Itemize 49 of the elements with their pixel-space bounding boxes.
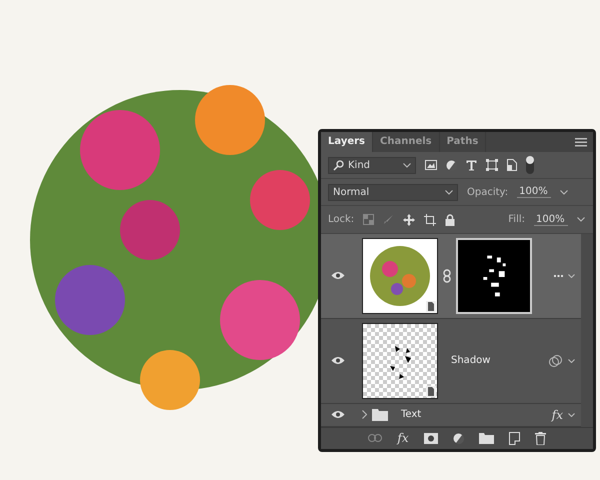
move-icon[interactable]	[403, 214, 416, 226]
add-effect-button[interactable]: fx	[397, 431, 409, 446]
chevron-down-icon[interactable]	[568, 412, 575, 417]
new-layer-icon[interactable]	[508, 432, 520, 445]
eye-icon[interactable]	[331, 271, 345, 280]
chevron-down-icon	[403, 162, 411, 168]
chevron-down-icon[interactable]	[577, 217, 585, 222]
layer-row[interactable]	[321, 234, 581, 319]
eye-icon[interactable]	[331, 356, 345, 366]
adjustment-filter-icon[interactable]	[446, 160, 457, 171]
filter-dropdown[interactable]: Kind	[328, 156, 416, 174]
opacity-label: Opacity:	[467, 186, 508, 198]
layer-name[interactable]: Shadow	[451, 355, 490, 366]
eye-icon[interactable]	[331, 410, 345, 420]
fill-field[interactable]: 100%	[534, 214, 568, 226]
smart-object-filter-icon[interactable]	[507, 159, 517, 172]
link-layers-icon[interactable]	[368, 434, 382, 442]
layer-row[interactable]: Shadow	[321, 318, 581, 404]
smart-object-badge-icon	[426, 300, 436, 312]
type-filter-icon[interactable]	[466, 160, 477, 171]
blend-mode-dropdown[interactable]: Normal	[328, 184, 458, 201]
clipping-circles-icon	[549, 354, 563, 367]
lock-label: Lock:	[328, 214, 354, 226]
chevron-down-icon[interactable]	[560, 190, 568, 195]
chevron-down-icon[interactable]	[568, 358, 575, 363]
chevron-down-icon	[445, 190, 453, 195]
search-icon	[333, 160, 344, 171]
chevron-down-icon[interactable]	[568, 274, 575, 278]
trash-icon[interactable]	[534, 432, 546, 445]
folder-icon[interactable]	[478, 432, 494, 444]
panel-tab[interactable]: Layers	[321, 132, 373, 152]
folder-icon	[372, 408, 388, 421]
lock-icon[interactable]	[445, 214, 456, 226]
fill-label: Fill:	[508, 214, 525, 226]
link-icon[interactable]	[443, 268, 451, 283]
opacity-field[interactable]: 100%	[517, 186, 552, 198]
effects-label: fx	[552, 408, 563, 422]
filter-toggle[interactable]	[526, 156, 534, 174]
panel-tab[interactable]: Paths	[440, 132, 486, 152]
image-filter-icon[interactable]	[425, 160, 437, 170]
menu-icon[interactable]	[575, 138, 587, 146]
smart-object-badge-icon	[426, 386, 436, 397]
layer-name[interactable]: Text	[401, 409, 422, 420]
shape-filter-icon[interactable]	[486, 159, 498, 172]
adjustment-icon[interactable]	[452, 432, 464, 444]
artboard-icon[interactable]	[424, 214, 436, 226]
more-icon[interactable]	[554, 274, 563, 277]
panel-tab[interactable]: Channels	[373, 132, 440, 152]
add-mask-icon[interactable]	[424, 432, 438, 444]
